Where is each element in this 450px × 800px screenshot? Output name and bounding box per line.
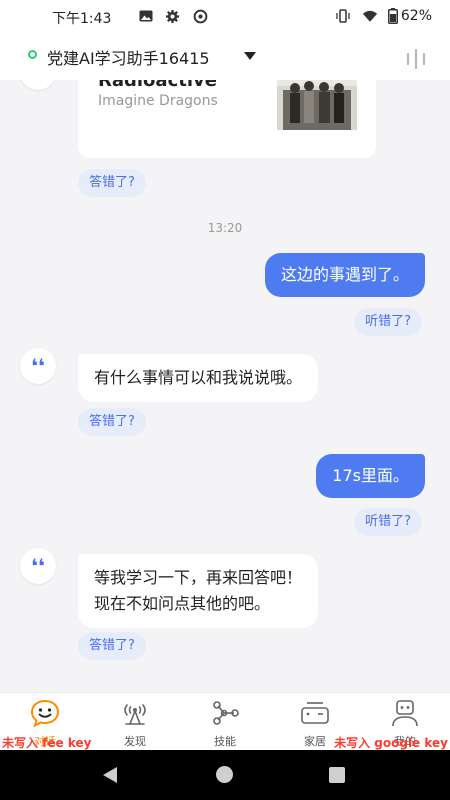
home-circle-icon[interactable] [216, 766, 233, 783]
robot-profile-icon [392, 700, 418, 727]
message-text-line: 现在不如问点其他的吧。 [94, 594, 271, 613]
app-header: 党建AI学习助手16415 [0, 34, 450, 80]
assistant-avatar: ❛❛ [20, 548, 56, 584]
recents-square-icon[interactable] [329, 767, 345, 783]
music-card[interactable]: Radioactive Imagine Dragons [78, 80, 376, 158]
dropdown-caret-icon[interactable] [244, 52, 256, 60]
vibrate-icon [335, 8, 351, 24]
skill-nodes-icon [213, 701, 239, 725]
quote-mark-icon: ❛❛ [31, 554, 45, 578]
assistant-avatar: ❛❛ [20, 80, 56, 90]
feedback-answer-wrong-button[interactable]: 答错了? [78, 169, 146, 197]
assistant-name-dropdown[interactable]: 党建AI学习助手16415 [47, 45, 210, 69]
assistant-message-bubble: 等我学习一下，再来回答吧！ 现在不如问点其他的吧。 [78, 554, 319, 628]
feedback-answer-wrong-button[interactable]: 答错了? [78, 408, 146, 436]
assistant-message-bubble: 有什么事情可以和我说说哦。 [78, 354, 319, 402]
smart-home-device-icon [301, 702, 329, 724]
status-time: 下午1:43 [52, 11, 112, 27]
image-icon [138, 8, 154, 24]
radar-discover-icon [124, 704, 146, 725]
nav-label: 发现 [124, 735, 146, 748]
quote-mark-icon: ❛❛ [31, 354, 45, 378]
message-text: 17s里面。 [332, 466, 409, 485]
song-title: Radioactive [98, 80, 217, 91]
missing-google-key-watermark: 未写入 google key [334, 736, 448, 750]
status-bar: 下午1:43 62% [0, 0, 450, 34]
battery-icon [385, 8, 401, 24]
wifi-icon [362, 8, 378, 24]
message-timestamp: 13:20 [207, 221, 243, 235]
feedback-heard-wrong-button[interactable]: 听错了? [354, 508, 422, 536]
voice-bars-icon[interactable] [402, 46, 430, 70]
missing-fee-key-watermark: 未写入 fee key [2, 736, 92, 750]
assistant-avatar: ❛❛ [20, 348, 56, 384]
chat-area[interactable]: ❛❛ Radioactive Imagine Dragons 答错了? 13:2… [0, 80, 450, 692]
system-navigation-bar [0, 750, 450, 800]
battery-percent: 62% [400, 8, 432, 24]
nav-item-skills[interactable]: 技能 [180, 693, 270, 751]
feedback-heard-wrong-button[interactable]: 听错了? [354, 308, 422, 336]
user-message-bubble: 这边的事遇到了。 [264, 253, 425, 297]
do-not-disturb-icon [192, 8, 208, 24]
feedback-answer-wrong-button[interactable]: 答错了? [78, 632, 146, 660]
song-artist: Imagine Dragons [98, 93, 218, 109]
nav-item-discover[interactable]: 发现 [90, 693, 180, 751]
message-text: 这边的事遇到了。 [280, 265, 409, 284]
smiley-chat-icon [30, 699, 60, 727]
nav-label: 技能 [214, 735, 236, 748]
user-message-bubble: 17s里面。 [316, 454, 425, 498]
message-text: 有什么事情可以和我说说哦。 [94, 368, 303, 387]
back-triangle-icon[interactable] [103, 767, 117, 783]
album-art-image [277, 80, 357, 130]
quote-mark-icon: ❛❛ [31, 80, 45, 82]
settings-gear-icon [164, 8, 180, 24]
online-status-icon [28, 50, 37, 59]
message-text-line: 等我学习一下，再来回答吧！ [94, 568, 303, 587]
